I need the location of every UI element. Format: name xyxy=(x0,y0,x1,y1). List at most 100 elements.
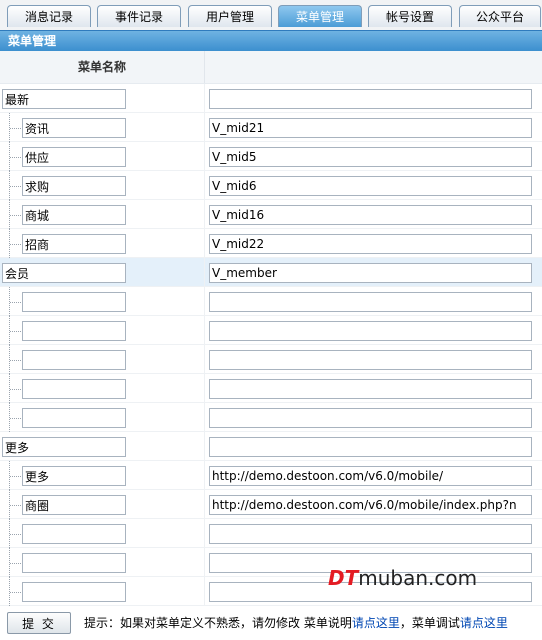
column-header-menu-name: 菜单名称 xyxy=(0,51,205,83)
column-divider xyxy=(204,229,205,257)
submenu-name-input[interactable] xyxy=(22,379,126,399)
column-divider xyxy=(204,200,205,228)
table-body xyxy=(0,84,542,606)
tree-connector xyxy=(9,403,22,432)
tree-connector xyxy=(9,171,22,200)
column-divider xyxy=(204,316,205,344)
tree-connector xyxy=(9,519,22,548)
menu-value-input[interactable] xyxy=(209,466,532,486)
table-row xyxy=(0,84,542,113)
tab-user-management[interactable]: 用户管理 xyxy=(188,5,272,27)
submenu-name-input[interactable] xyxy=(22,466,126,486)
tab-message-log[interactable]: 消息记录 xyxy=(7,5,91,27)
column-divider xyxy=(204,374,205,402)
tree-connector xyxy=(9,287,22,316)
tree-connector xyxy=(9,548,22,577)
submenu-name-input[interactable] xyxy=(22,582,126,602)
column-divider xyxy=(204,461,205,489)
table-row xyxy=(0,316,542,345)
menu-value-input[interactable] xyxy=(209,118,532,138)
menu-help-link[interactable]: 请点这里 xyxy=(352,616,400,630)
form-footer: 提 交 提示：如果对菜单定义不熟悉，请勿修改 菜单说明请点这里，菜单调试请点这里 xyxy=(0,606,542,640)
submenu-name-input[interactable] xyxy=(22,234,126,254)
tab-account-settings[interactable]: 帐号设置 xyxy=(368,5,452,27)
menu-value-input[interactable] xyxy=(209,524,532,544)
column-divider xyxy=(204,432,205,460)
column-divider xyxy=(204,577,205,605)
menu-value-input[interactable] xyxy=(209,350,532,370)
submenu-name-input[interactable] xyxy=(22,147,126,167)
tab-event-log[interactable]: 事件记录 xyxy=(97,5,181,27)
tree-connector xyxy=(9,577,22,606)
column-divider xyxy=(204,171,205,199)
column-divider xyxy=(204,345,205,373)
table-row xyxy=(0,519,542,548)
column-divider xyxy=(204,519,205,547)
submenu-name-input[interactable] xyxy=(22,408,126,428)
table-row xyxy=(0,461,542,490)
table-row xyxy=(0,142,542,171)
menu-value-input[interactable] xyxy=(209,321,532,341)
table-row xyxy=(0,403,542,432)
submenu-name-input[interactable] xyxy=(22,495,126,515)
table-row xyxy=(0,200,542,229)
table-header: 菜单名称 xyxy=(0,51,542,84)
table-row xyxy=(0,432,542,461)
menu-debug-link[interactable]: 请点这里 xyxy=(460,616,508,630)
menu-name-input[interactable] xyxy=(2,437,126,457)
column-divider xyxy=(204,113,205,141)
submit-button[interactable]: 提 交 xyxy=(7,612,71,634)
tree-connector xyxy=(9,113,22,142)
table-row xyxy=(0,345,542,374)
submenu-name-input[interactable] xyxy=(22,176,126,196)
submenu-name-input[interactable] xyxy=(22,524,126,544)
menu-value-input[interactable] xyxy=(209,147,532,167)
menu-value-input[interactable] xyxy=(209,379,532,399)
tree-connector xyxy=(9,142,22,171)
tree-connector xyxy=(9,490,22,519)
tree-connector xyxy=(9,345,22,374)
tip-prefix: 提示：如果对菜单定义不熟悉，请勿修改 菜单说明 xyxy=(84,616,352,630)
submenu-name-input[interactable] xyxy=(22,118,126,138)
table-row xyxy=(0,229,542,258)
table-row xyxy=(0,490,542,519)
menu-value-input[interactable] xyxy=(209,408,532,428)
column-divider xyxy=(204,84,205,112)
tip-text: 提示：如果对菜单定义不熟悉，请勿修改 菜单说明请点这里，菜单调试请点这里 xyxy=(84,614,508,631)
menu-value-input[interactable] xyxy=(209,495,532,515)
menu-value-input[interactable] xyxy=(209,263,532,283)
section-title: 菜单管理 xyxy=(8,34,57,48)
watermark-text: muban.com xyxy=(358,566,478,590)
column-divider xyxy=(204,490,205,518)
column-divider xyxy=(204,142,205,170)
menu-value-input[interactable] xyxy=(209,176,532,196)
menu-value-input[interactable] xyxy=(209,292,532,312)
column-divider xyxy=(204,258,205,286)
column-divider xyxy=(204,548,205,576)
table-row xyxy=(0,374,542,403)
tip-middle: ，菜单调试 xyxy=(399,616,460,630)
tree-connector xyxy=(9,229,22,258)
menu-value-input[interactable] xyxy=(209,437,532,457)
submenu-name-input[interactable] xyxy=(22,205,126,225)
tab-public-platform[interactable]: 公众平台 xyxy=(459,5,541,27)
menu-value-input[interactable] xyxy=(209,234,532,254)
menu-value-input[interactable] xyxy=(209,205,532,225)
menu-name-input[interactable] xyxy=(2,263,126,283)
tree-connector xyxy=(9,374,22,403)
submenu-name-input[interactable] xyxy=(22,553,126,573)
menu-value-input[interactable] xyxy=(209,89,532,109)
tab-menu-management[interactable]: 菜单管理 xyxy=(278,5,362,27)
submenu-name-input[interactable] xyxy=(22,292,126,312)
menu-name-input[interactable] xyxy=(2,89,126,109)
tree-connector xyxy=(9,316,22,345)
tree-connector xyxy=(9,200,22,229)
tree-connector xyxy=(9,461,22,490)
submenu-name-input[interactable] xyxy=(22,350,126,370)
submenu-name-input[interactable] xyxy=(22,321,126,341)
table-row xyxy=(0,258,542,287)
watermark-logo: DTmuban.com xyxy=(328,566,477,590)
table-row xyxy=(0,113,542,142)
column-divider xyxy=(204,287,205,315)
table-row xyxy=(0,171,542,200)
